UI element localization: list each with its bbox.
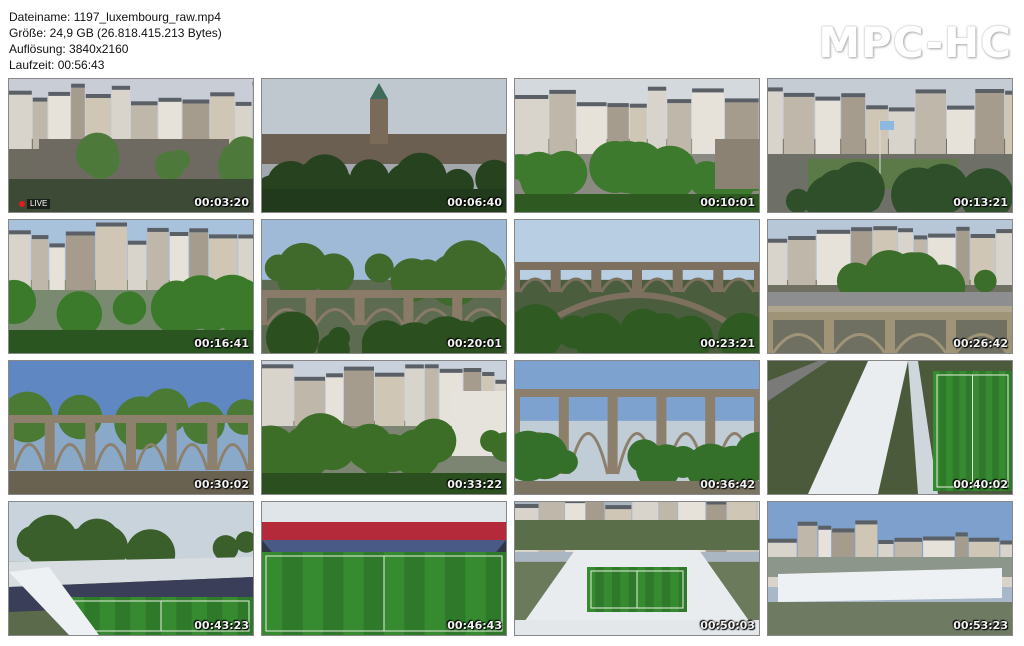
thumbnail-2[interactable]: 00:06:40 — [261, 78, 507, 213]
thumbnail-image — [768, 502, 1012, 635]
thumbnail-10[interactable]: 00:33:22 — [261, 360, 507, 495]
thumbnail-image — [768, 361, 1012, 494]
thumbnail-11[interactable]: 00:36:42 — [514, 360, 760, 495]
thumbnail-7[interactable]: 00:23:21 — [514, 219, 760, 354]
thumbnail-image — [262, 361, 506, 494]
resolution-label: Auflösung: 3840x2160 — [9, 42, 129, 56]
file-info-panel: Dateiname: 1197_luxembourg_raw.mp4 Größe… — [9, 9, 222, 73]
thumbnail-16[interactable]: 00:53:23 — [767, 501, 1013, 636]
thumbnail-timestamp: 00:03:20 — [194, 196, 249, 209]
thumbnail-timestamp: 00:40:02 — [953, 478, 1008, 491]
thumbnail-image — [515, 79, 759, 212]
thumbnail-timestamp: 00:30:02 — [194, 478, 249, 491]
thumbnail-image — [262, 502, 506, 635]
thumbnail-image — [515, 220, 759, 353]
thumbnail-image — [262, 79, 506, 212]
thumbnail-timestamp: 00:36:42 — [700, 478, 755, 491]
thumbnail-image — [9, 220, 253, 353]
thumbnail-timestamp: 00:16:41 — [194, 337, 249, 350]
thumbnail-image — [768, 220, 1012, 353]
live-badge: LIVE — [27, 199, 51, 209]
thumbnail-timestamp: 00:26:42 — [953, 337, 1008, 350]
thumbnail-12[interactable]: 00:40:02 — [767, 360, 1013, 495]
thumbnail-13[interactable]: 00:43:23 — [8, 501, 254, 636]
thumbnail-timestamp: 00:33:22 — [447, 478, 502, 491]
thumbnail-timestamp: 00:43:23 — [194, 619, 249, 632]
filesize-label: Größe: 24,9 GB (26.818.415.213 Bytes) — [9, 26, 222, 40]
thumbnail-3[interactable]: 00:10:01 — [514, 78, 760, 213]
thumbnail-1[interactable]: LIVE 00:03:20 — [8, 78, 254, 213]
thumbnail-timestamp: 00:06:40 — [447, 196, 502, 209]
thumbnail-image — [9, 502, 253, 635]
thumbnail-timestamp: 00:10:01 — [700, 196, 755, 209]
thumbnail-timestamp: 00:20:01 — [447, 337, 502, 350]
thumbnail-timestamp: 00:53:23 — [953, 619, 1008, 632]
thumbnail-14[interactable]: 00:46:43 — [261, 501, 507, 636]
thumbnail-timestamp: 00:23:21 — [700, 337, 755, 350]
mpc-hc-logo: MPC-HC — [818, 18, 1012, 67]
thumbnail-timestamp: 00:13:21 — [953, 196, 1008, 209]
thumbnail-image — [9, 361, 253, 494]
thumbnail-9[interactable]: 00:30:02 — [8, 360, 254, 495]
thumbnail-15[interactable]: 00:50:03 — [514, 501, 760, 636]
thumbnail-image — [262, 220, 506, 353]
thumbnail-4[interactable]: 00:13:21 — [767, 78, 1013, 213]
thumbnail-image — [515, 502, 759, 635]
thumbnail-image — [515, 361, 759, 494]
thumbnail-8[interactable]: 00:26:42 — [767, 219, 1013, 354]
thumbnail-image — [9, 79, 253, 212]
filename-label: Dateiname: 1197_luxembourg_raw.mp4 — [9, 10, 221, 24]
thumbnail-timestamp: 00:50:03 — [700, 619, 755, 632]
thumbnail-image — [768, 79, 1012, 212]
thumbnail-timestamp: 00:46:43 — [447, 619, 502, 632]
duration-label: Laufzeit: 00:56:43 — [9, 58, 105, 72]
record-dot-icon — [19, 201, 25, 207]
thumbnail-5[interactable]: 00:16:41 — [8, 219, 254, 354]
thumbnail-6[interactable]: 00:20:01 — [261, 219, 507, 354]
